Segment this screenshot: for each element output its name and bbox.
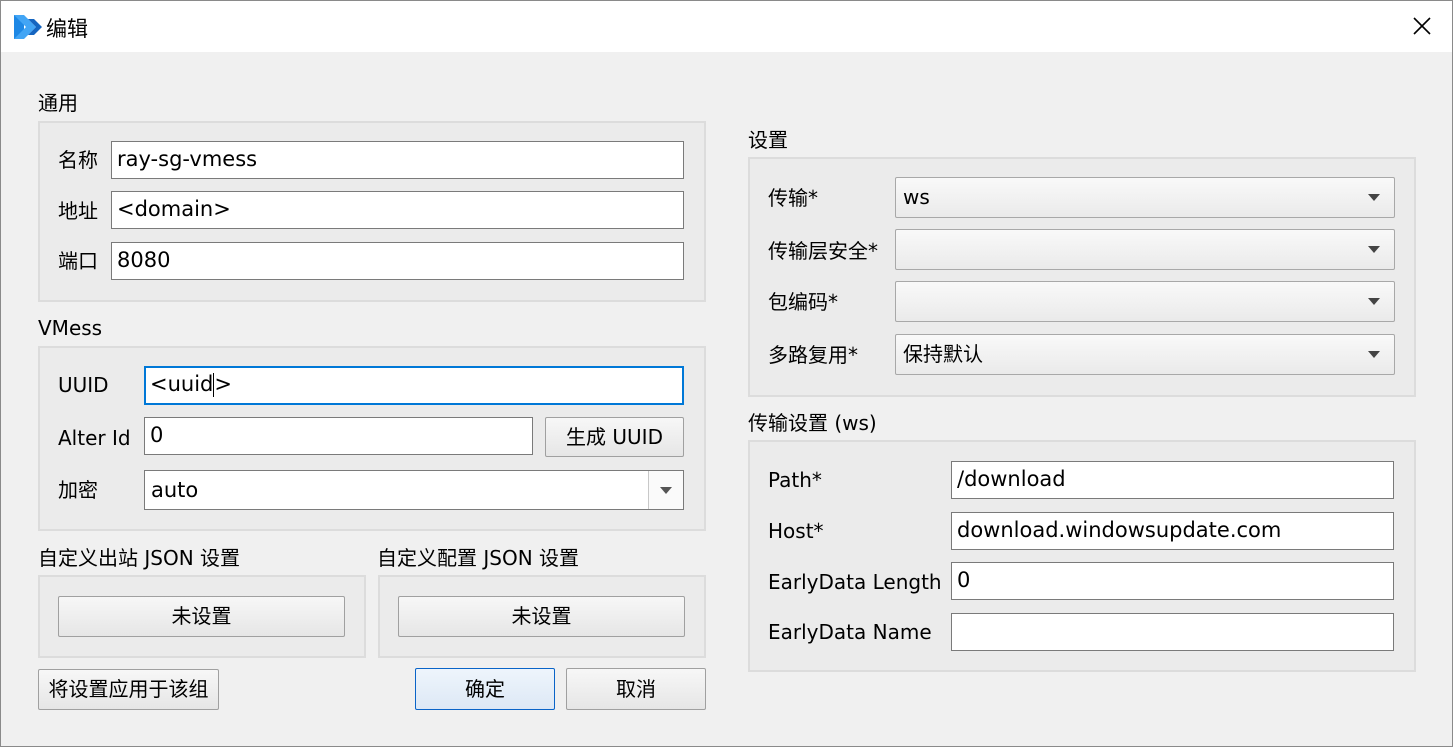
custom-outbound-title: 自定义出站 JSON 设置	[38, 546, 241, 570]
chevron-down-icon	[1368, 193, 1380, 201]
host-input[interactable]: download.windowsupdate.com	[951, 512, 1394, 550]
custom-config-title: 自定义配置 JSON 设置	[377, 546, 580, 570]
name-label: 名称	[58, 148, 98, 172]
encryption-value: auto	[151, 478, 199, 502]
cancel-button[interactable]: 取消	[566, 668, 706, 710]
tls-label: 传输层安全*	[768, 239, 878, 263]
mux-value: 保持默认	[903, 342, 983, 366]
mux-select[interactable]: 保持默认	[895, 334, 1395, 375]
transport-select[interactable]: ws	[895, 177, 1395, 218]
custom-config-button[interactable]: 未设置	[398, 596, 685, 637]
alterid-label: Alter Id	[58, 426, 131, 450]
uuid-input[interactable]: <uuid>	[144, 366, 684, 405]
chevron-down-icon	[660, 487, 672, 494]
custom-outbound-button[interactable]: 未设置	[58, 596, 345, 637]
address-input[interactable]: <domain>	[111, 191, 684, 229]
uuid-text-before-caret: <uuid	[150, 372, 214, 396]
app-logo-icon	[14, 15, 42, 39]
packet-encoding-label: 包编码*	[768, 290, 838, 314]
settings-group-title: 设置	[748, 128, 788, 152]
ok-button[interactable]: 确定	[415, 668, 555, 710]
general-group-title: 通用	[38, 91, 78, 115]
tls-select[interactable]	[895, 229, 1395, 270]
window-title: 编辑	[46, 17, 88, 41]
earlydata-name-input[interactable]	[951, 613, 1394, 651]
name-input[interactable]: ray-sg-vmess	[111, 141, 684, 179]
mux-label: 多路复用*	[768, 343, 858, 367]
transport-value: ws	[903, 185, 930, 209]
vmess-group-title: VMess	[38, 316, 103, 340]
alterid-input[interactable]: 0	[144, 417, 533, 455]
earlydata-name-label: EarlyData Name	[768, 620, 932, 644]
earlydata-length-input[interactable]: 0	[951, 562, 1394, 600]
chevron-down-icon	[1368, 350, 1380, 358]
uuid-text-after-caret: >	[214, 372, 232, 396]
encryption-label: 加密	[58, 478, 98, 502]
host-label: Host*	[768, 519, 824, 543]
path-label: Path*	[768, 468, 822, 492]
apply-to-group-button[interactable]: 将设置应用于该组	[38, 669, 219, 710]
path-input[interactable]: /download	[951, 461, 1394, 499]
title-bar: 编辑	[0, 0, 1453, 52]
chevron-down-icon	[1368, 297, 1380, 305]
address-label: 地址	[58, 199, 98, 223]
encryption-combobox[interactable]: auto	[144, 470, 684, 510]
port-label: 端口	[58, 249, 98, 273]
close-icon[interactable]	[1408, 12, 1436, 40]
packet-encoding-select[interactable]	[895, 281, 1395, 322]
transport-label: 传输*	[768, 186, 818, 210]
generate-uuid-button[interactable]: 生成 UUID	[545, 417, 684, 457]
chevron-down-icon	[1368, 245, 1380, 253]
encryption-dropdown-button[interactable]	[648, 471, 683, 509]
earlydata-length-label: EarlyData Length	[768, 570, 942, 594]
uuid-label: UUID	[58, 373, 109, 397]
transport-settings-title: 传输设置 (ws)	[748, 411, 877, 435]
port-input[interactable]: 8080	[111, 242, 684, 280]
